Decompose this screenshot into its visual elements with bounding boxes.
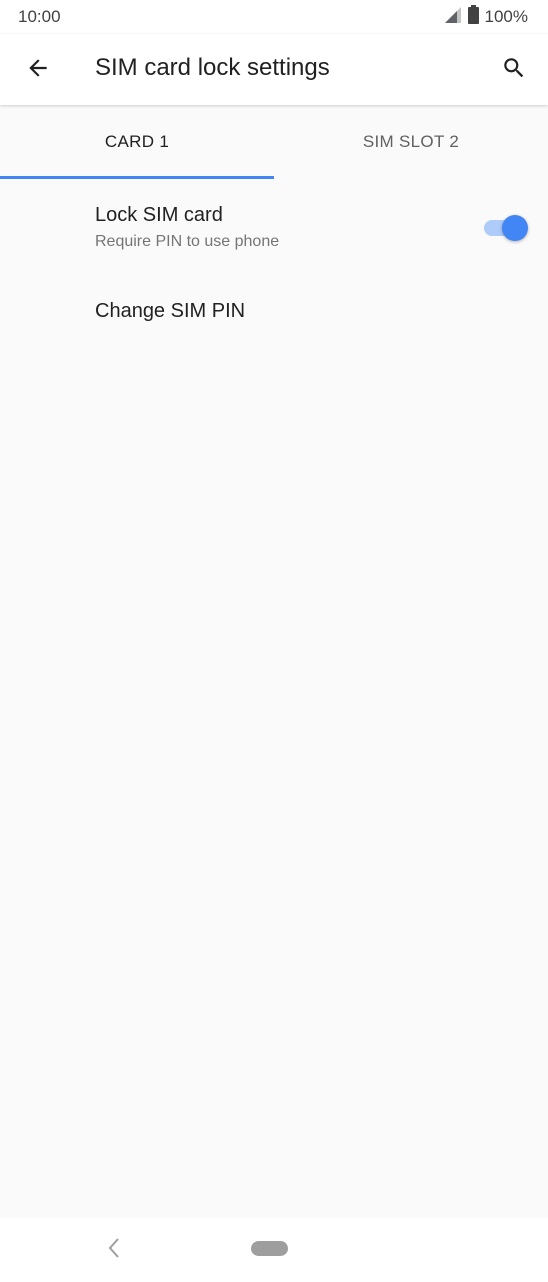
change-sim-pin-setting[interactable]: Change SIM PIN	[0, 280, 548, 344]
status-icons: 100%	[444, 5, 528, 29]
back-button[interactable]	[18, 50, 58, 90]
battery-percentage: 100%	[484, 7, 528, 26]
lock-sim-card-setting[interactable]: Lock SIM card Require PIN to use phone	[0, 188, 548, 268]
tab-sim-slot-2-label: SIM SLOT 2	[362, 132, 460, 151]
signal-icon	[444, 6, 462, 29]
status-time: 10:00	[18, 7, 61, 26]
battery-icon	[467, 5, 479, 29]
nav-back-icon	[106, 1237, 122, 1264]
lock-sim-card-summary: Require PIN to use phone	[95, 233, 280, 250]
app-bar: SIM card lock settings	[0, 34, 548, 105]
change-sim-pin-title: Change SIM PIN	[95, 300, 246, 322]
tab-sim-slot-2[interactable]: SIM SLOT 2	[274, 105, 548, 179]
search-icon	[501, 55, 527, 86]
tab-bar: CARD 1 SIM SLOT 2	[0, 105, 548, 179]
screen: 10:00 100% SIM card lock settings CARD 1…	[0, 0, 548, 1282]
lock-sim-card-toggle[interactable]	[482, 215, 528, 241]
search-button[interactable]	[494, 50, 534, 90]
page-title: SIM card lock settings	[95, 54, 330, 81]
navigation-bar	[0, 1218, 548, 1282]
status-bar: 10:00 100%	[0, 0, 548, 34]
toggle-thumb	[502, 215, 528, 241]
tab-selected-indicator	[0, 176, 274, 179]
tab-card-1[interactable]: CARD 1	[0, 105, 274, 179]
back-arrow-icon	[25, 55, 51, 86]
nav-home-button[interactable]	[251, 1241, 288, 1256]
nav-back-button[interactable]	[100, 1236, 128, 1264]
tab-card-1-label: CARD 1	[104, 132, 170, 151]
lock-sim-card-title: Lock SIM card	[95, 204, 223, 226]
